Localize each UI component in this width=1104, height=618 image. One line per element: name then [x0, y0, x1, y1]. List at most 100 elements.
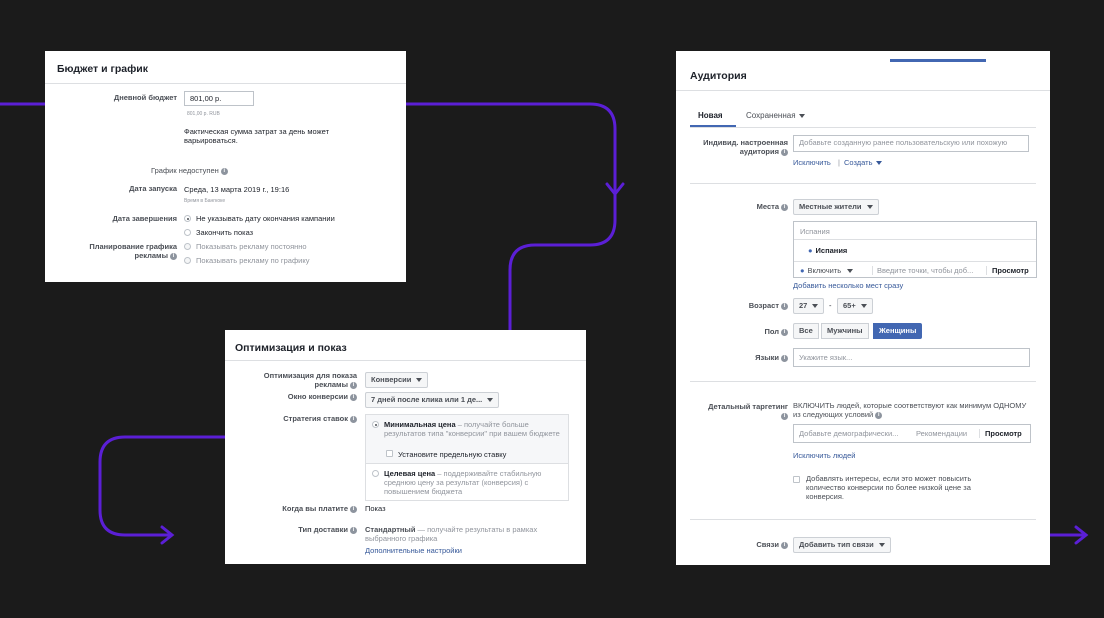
divider: [794, 239, 1036, 240]
ad-schedule-label: Планирование графика рекламы i: [75, 242, 177, 260]
chevron-down-icon: [860, 304, 867, 309]
optimization-dropdown[interactable]: Конверсии: [365, 372, 429, 388]
info-icon[interactable]: i: [875, 411, 883, 419]
info-icon[interactable]: i: [781, 203, 788, 211]
schedule-option-custom[interactable]: Показывать рекламу по графику: [196, 256, 309, 265]
recommendations-button[interactable]: Рекомендации: [916, 429, 967, 438]
schedule-option-always[interactable]: Показывать рекламу постоянно: [196, 242, 307, 251]
gender-men-button[interactable]: Мужчины: [821, 323, 869, 339]
chevron-down-icon: [878, 543, 885, 548]
include-dropdown[interactable]: ● Включить: [800, 266, 854, 275]
conversion-window-label: Окно конверсии i: [245, 392, 357, 401]
start-date-value[interactable]: Среда, 13 марта 2019 г., 19:16: [184, 185, 289, 194]
bid-cap-checkbox[interactable]: [386, 450, 393, 457]
create-link-label: Создать: [844, 158, 873, 167]
flow-line-bottom: [98, 435, 227, 537]
end-radio-stop[interactable]: [184, 229, 191, 236]
age-label-text: Возраст: [748, 301, 779, 310]
info-icon[interactable]: i: [781, 328, 788, 336]
location-group-header: Испания: [800, 227, 830, 236]
chevron-down-icon: [416, 378, 423, 383]
pay-label-text: Когда вы платите: [282, 504, 348, 513]
schedule-radio-always[interactable]: [184, 243, 191, 250]
add-many-locations-link[interactable]: Добавить несколько мест сразу: [793, 281, 903, 290]
bid-option-target[interactable]: Целевая цена – поддерживайте стабильную …: [384, 469, 564, 496]
daily-budget-currency: 801,00 р. RUB: [187, 111, 220, 117]
end-radio-no-end[interactable]: [184, 215, 191, 222]
pay-value: Показ: [365, 504, 386, 513]
bid-radio-target[interactable]: [372, 470, 379, 477]
divider: [690, 381, 1036, 382]
more-settings-link[interactable]: Дополнительные настройки: [365, 546, 462, 555]
delivery-title: Стандартный: [365, 525, 416, 534]
info-icon[interactable]: i: [350, 505, 357, 513]
age-from-dropdown[interactable]: 27: [793, 298, 825, 314]
browse-button[interactable]: Просмотр: [986, 266, 1029, 275]
tab-saved[interactable]: Сохраненная: [746, 111, 805, 120]
end-option-stop[interactable]: Закончить показ: [196, 228, 253, 237]
exclude-people-link[interactable]: Исключить людей: [793, 451, 855, 460]
info-icon[interactable]: i: [350, 393, 357, 401]
info-icon[interactable]: i: [170, 252, 177, 260]
map-pin-icon: ●: [800, 266, 805, 275]
end-option-no-end[interactable]: Не указывать дату окончания кампании: [196, 214, 335, 223]
info-icon[interactable]: i: [350, 381, 357, 389]
places-label-text: Места: [756, 202, 779, 211]
info-icon[interactable]: i: [350, 415, 357, 423]
connections-dropdown[interactable]: Добавить тип связи: [793, 537, 891, 553]
schedule-radio-custom[interactable]: [184, 257, 191, 264]
bid-option-lowest[interactable]: Минимальная цена – получайте больше резу…: [384, 420, 562, 438]
expand-interests-checkbox[interactable]: [793, 476, 800, 483]
custom-audience-input[interactable]: Добавьте созданную ранее пользовательску…: [793, 135, 1029, 152]
conversion-window-dropdown[interactable]: 7 дней после клика или 1 де...: [365, 392, 500, 408]
start-date-label: Дата запуска: [129, 184, 177, 193]
browse-targeting-button[interactable]: Просмотр: [979, 429, 1022, 438]
gender-all-button[interactable]: Все: [793, 323, 819, 339]
age-dash: -: [829, 301, 832, 310]
places-dropdown[interactable]: Местные жители: [793, 199, 879, 215]
delivery-label: Тип доставки i: [245, 525, 357, 534]
daily-budget-input[interactable]: 801,00 р.: [184, 91, 254, 106]
bid-strategy-label-text: Стратегия ставок: [283, 414, 348, 423]
languages-input[interactable]: Укажите язык...: [793, 348, 1030, 367]
delivery-value: Стандартный — получайте результаты в рам…: [365, 525, 565, 543]
bid-strategy-label: Стратегия ставок i: [245, 414, 357, 423]
bid-radio-lowest[interactable]: [372, 421, 379, 428]
tab-new[interactable]: Новая: [698, 111, 723, 120]
end-date-label: Дата завершения: [112, 214, 177, 223]
info-icon[interactable]: i: [781, 412, 788, 420]
optimization-label-text: Оптимизация для показа рекламы: [263, 371, 357, 389]
conversion-window-value: 7 дней после клика или 1 де...: [371, 395, 483, 404]
info-icon[interactable]: i: [781, 302, 788, 310]
points-input[interactable]: Введите точки, чтобы доб...: [872, 266, 973, 275]
expand-interests-label[interactable]: Добавлять интересы, если это может повыс…: [806, 474, 1001, 501]
audience-panel: Аудитория Новая Сохраненная Индивид. нас…: [676, 51, 1050, 565]
schedule-unavailable-text: График недоступен: [151, 166, 219, 175]
map-pin-icon: ●: [808, 246, 813, 255]
pay-label: Когда вы платите i: [245, 504, 357, 513]
gender-women-button[interactable]: Женщины: [873, 323, 923, 339]
divider: [366, 463, 568, 464]
location-item-name: Испания: [815, 246, 848, 255]
bid-cap-label[interactable]: Установите предельную ставку: [398, 450, 506, 459]
divider: [676, 90, 1050, 91]
chevron-down-icon: [798, 113, 805, 118]
create-link[interactable]: Создать: [844, 158, 882, 167]
info-icon[interactable]: i: [781, 541, 788, 549]
demographics-placeholder: Добавьте демографически...: [799, 429, 899, 438]
info-icon[interactable]: i: [350, 526, 357, 534]
info-icon[interactable]: i: [220, 167, 228, 175]
delivery-label-text: Тип доставки: [298, 525, 348, 534]
chevron-down-icon: [866, 205, 873, 210]
include-value: Включить: [807, 266, 842, 275]
age-to-dropdown[interactable]: 65+: [837, 298, 873, 314]
detailed-targeting-desc-text: ВКЛЮЧИТЬ людей, которые соответствуют ка…: [793, 401, 1027, 419]
exclude-link[interactable]: Исключить: [793, 158, 831, 167]
gender-label-text: Пол: [764, 327, 779, 336]
info-icon[interactable]: i: [781, 354, 788, 362]
custom-audience-label-text: Индивид. настроенная аудитория: [703, 138, 788, 156]
optimization-dropdown-value: Конверсии: [371, 375, 412, 384]
bid-option-target-title: Целевая цена: [384, 469, 436, 478]
languages-label-text: Языки: [755, 353, 779, 362]
info-icon[interactable]: i: [781, 148, 788, 156]
